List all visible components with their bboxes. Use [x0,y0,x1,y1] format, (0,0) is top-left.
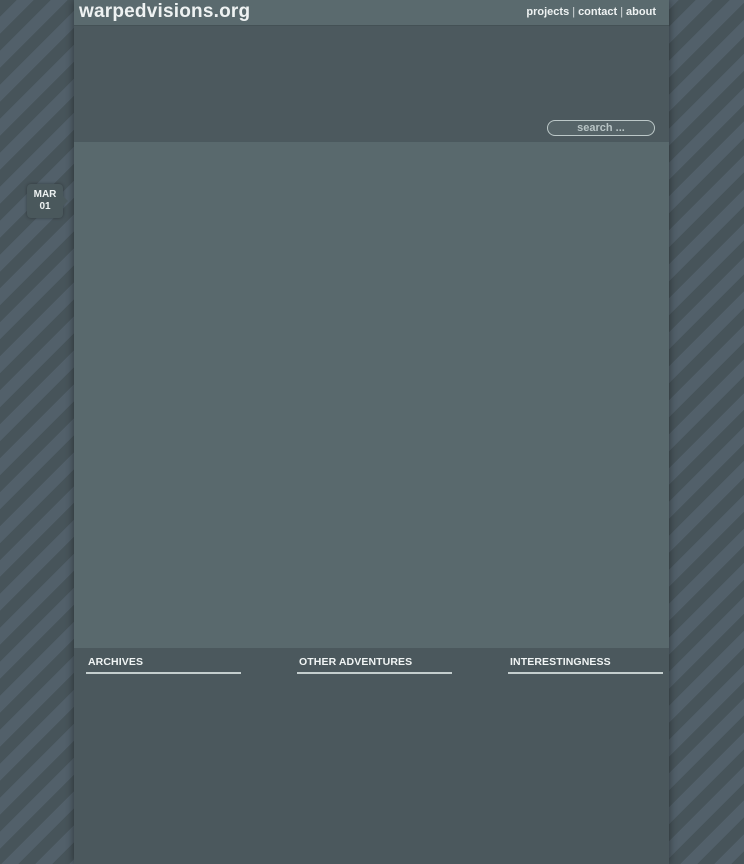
search-input[interactable] [547,120,655,136]
header-banner [74,26,669,141]
footer-column-archives: ARCHIVES [86,656,241,674]
post-date-badge: MAR 01 [27,184,68,218]
site-title-link[interactable]: warpedvisions.org [79,1,250,23]
post-date-day: 01 [39,201,51,212]
nav-link-contact[interactable]: contact [578,6,617,18]
footer-heading-archives: ARCHIVES [86,656,241,674]
page-container: warpedvisions.org projects | contact | about… [74,0,669,864]
nav-separator: | [572,6,576,18]
nav-link-about[interactable]: about [626,6,656,18]
post-date-month: MAR [33,189,57,200]
footer-heading-other-adventures: OTHER ADVENTURES [297,656,452,674]
footer-heading-interestingness: INTERESTINGNESS [508,656,663,674]
footer-column-interestingness: INTERESTINGNESS [508,656,663,674]
nav-separator: | [620,6,624,18]
footer: ARCHIVES OTHER ADVENTURES INTERESTINGNES… [74,648,669,864]
footer-column-other-adventures: OTHER ADVENTURES [297,656,452,674]
main-content [74,142,669,648]
top-bar: warpedvisions.org projects | contact | about [74,0,669,26]
nav-link-projects[interactable]: projects [526,6,569,18]
top-nav: projects | contact | about [526,6,656,18]
